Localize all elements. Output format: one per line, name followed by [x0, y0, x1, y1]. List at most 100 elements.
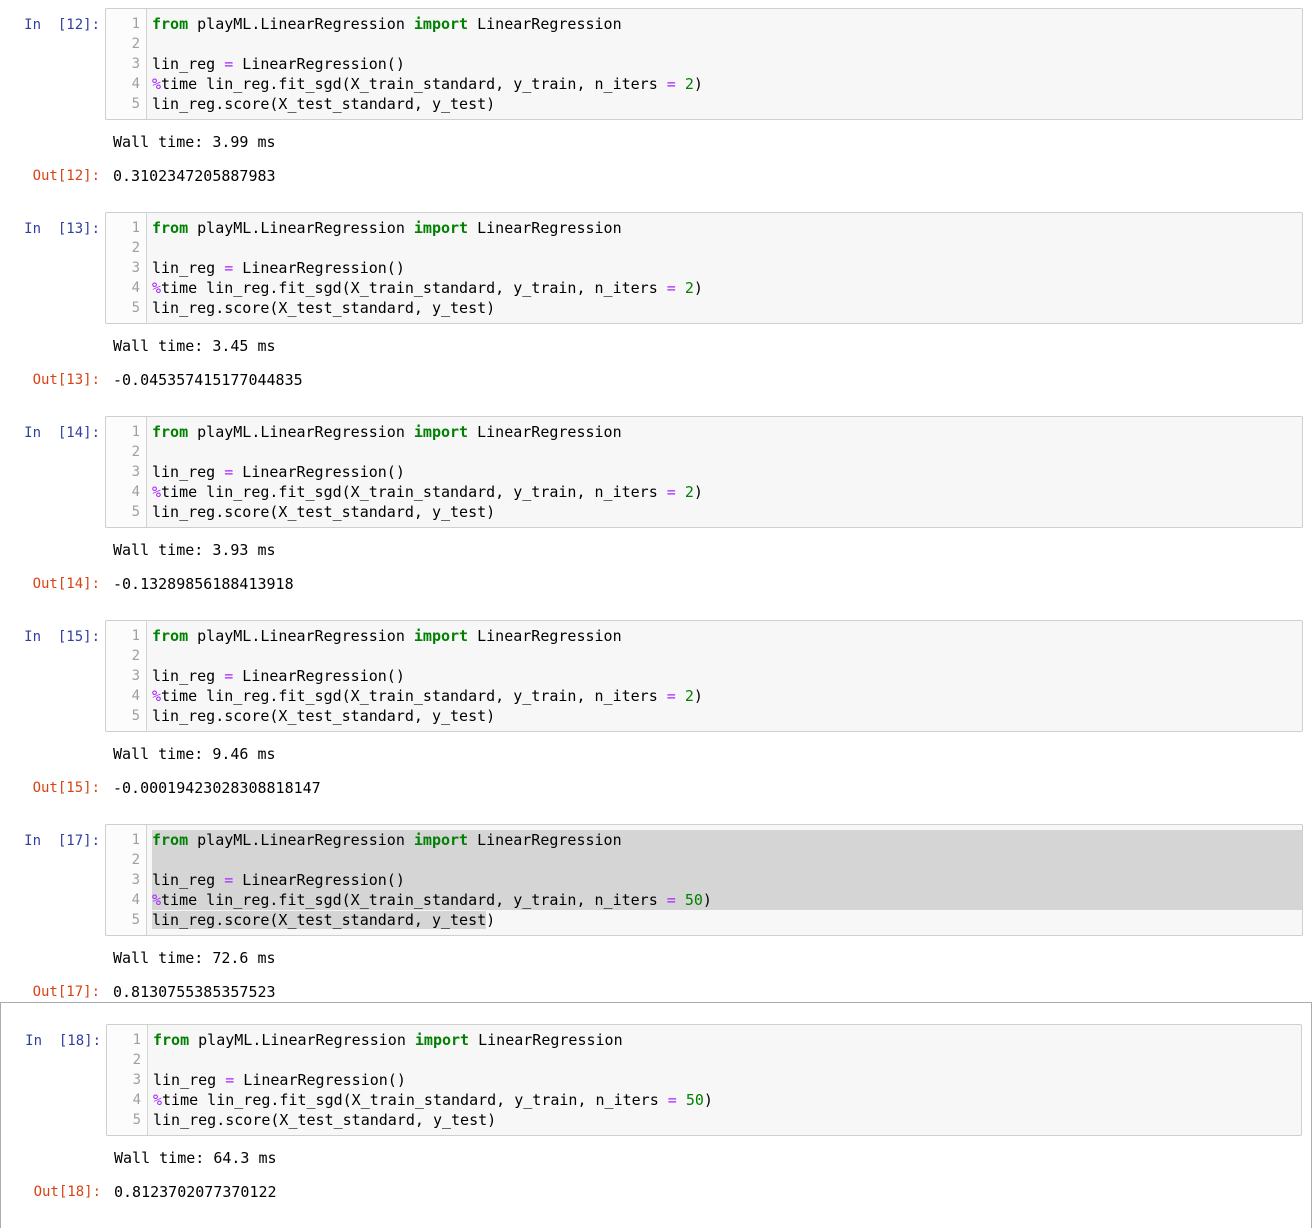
line-number: 1 — [131, 628, 140, 644]
line-number: 3 — [131, 56, 140, 72]
line-number: 4 — [131, 484, 140, 500]
code-token: lin_reg — [152, 259, 225, 277]
code-token: from — [152, 831, 189, 849]
code-token: time lin_reg.fit_sgd(X_train_standard, y… — [161, 891, 667, 909]
code-editor[interactable]: 1 2 3 4 5 from playML.LinearRegression import… — [105, 620, 1303, 732]
line-number: 5 — [131, 912, 140, 928]
notebook-cell-selected[interactable]: In [18]: 1 2 3 4 5 from playML.LinearRegressio… — [0, 1002, 1312, 1228]
notebook-cell[interactable]: In [13]: 1 2 3 4 5 from playML.LinearRegressio… — [0, 212, 1312, 416]
code-token: = — [666, 891, 676, 909]
code-line: lin_reg = LinearRegression() — [152, 462, 1302, 482]
code-area[interactable]: from playML.LinearRegression import Line… — [148, 1025, 1301, 1135]
line-number: 4 — [131, 76, 140, 92]
input-row: In [18]: 1 2 3 4 5 from playML.LinearRegressio… — [1, 1024, 1311, 1136]
line-number: 3 — [131, 668, 140, 684]
line-number-gutter: 1 2 3 4 5 — [106, 825, 147, 935]
line-number: 2 — [131, 444, 140, 460]
output-prompt: Out[13]: — [32, 372, 100, 388]
code-token: ) — [693, 483, 703, 501]
line-number: 4 — [131, 688, 140, 704]
code-token: lin_reg.score(X_test_standard, y_test) — [152, 299, 496, 317]
output-row: Out[15]: -0.00019423028308818147 — [0, 778, 1312, 798]
code-token: lin_reg — [152, 463, 225, 481]
code-token: lin_reg — [152, 667, 225, 685]
line-number: 5 — [131, 504, 140, 520]
code-token: % — [152, 891, 162, 909]
code-area[interactable]: from playML.LinearRegression import Line… — [147, 213, 1302, 323]
code-token: lin_reg.score(X_test_standard, y_test) — [153, 1111, 497, 1129]
code-token: playML.LinearRegression — [188, 15, 414, 33]
code-token: from — [152, 15, 189, 33]
wall-time-output: Wall time: 3.93 ms — [113, 541, 276, 559]
input-row: In [12]: 1 2 3 4 5 from playML.LinearRegressio… — [0, 8, 1312, 120]
code-line: lin_reg.score(X_test_standard, y_test) — [153, 1110, 1301, 1130]
line-number: 5 — [131, 96, 140, 112]
line-number: 5 — [131, 708, 140, 724]
code-editor[interactable]: 1 2 3 4 5 from playML.LinearRegression import… — [105, 8, 1303, 120]
code-line: lin_reg.score(X_test_standard, y_test) — [152, 706, 1302, 726]
notebook: In [12]: 1 2 3 4 5 from playML.LinearRegressio… — [0, 0, 1312, 1228]
code-token: import — [413, 627, 469, 645]
notebook-cell[interactable]: In [12]: 1 2 3 4 5 from playML.LinearRegressio… — [0, 8, 1312, 212]
code-token: import — [413, 15, 469, 33]
code-token: = — [224, 259, 234, 277]
input-row: In [17]: 1 2 3 4 5 from playML.LinearRegressio… — [0, 824, 1312, 936]
output-row: Out[12]: 0.3102347205887983 — [0, 166, 1312, 186]
code-token: lin_reg.score(X_test_standard, y_test) — [152, 707, 496, 725]
code-editor[interactable]: 1 2 3 4 5 from playML.LinearRegression import… — [106, 1024, 1302, 1136]
code-area[interactable]: from playML.LinearRegression import Line… — [147, 621, 1302, 731]
code-line: lin_reg = LinearRegression() — [152, 258, 1302, 278]
code-token: time lin_reg.fit_sgd(X_train_standard, y… — [161, 279, 667, 297]
output-value: -0.045357415177044835 — [113, 371, 303, 389]
code-token: LinearRegression — [468, 627, 622, 645]
line-number: 2 — [131, 852, 140, 868]
output-value: 0.8130755385357523 — [113, 983, 276, 1001]
code-line: lin_reg.score(X_test_standard, y_test) — [152, 502, 1302, 522]
output-value: -0.00019423028308818147 — [113, 779, 321, 797]
code-line: lin_reg.score(X_test_standard, y_test) — [152, 298, 1302, 318]
code-token: import — [414, 1031, 470, 1049]
code-line: lin_reg.score(X_test_standard, y_test) — [152, 910, 1302, 930]
line-number: 5 — [132, 1112, 141, 1128]
code-token: playML.LinearRegression — [188, 831, 414, 849]
code-area[interactable]: from playML.LinearRegression import Line… — [147, 9, 1302, 119]
line-number: 2 — [131, 648, 140, 664]
notebook-cell[interactable]: In [15]: 1 2 3 4 5 from playML.LinearRegressio… — [0, 620, 1312, 824]
code-line: from playML.LinearRegression import Line… — [152, 14, 1302, 34]
code-token: = — [666, 279, 676, 297]
code-line: from playML.LinearRegression import Line… — [152, 422, 1302, 442]
notebook-cell[interactable]: In [17]: 1 2 3 4 5 from playML.LinearRegressio… — [0, 824, 1312, 1028]
code-token: playML.LinearRegression — [188, 219, 414, 237]
output-prompt: Out[15]: — [32, 780, 100, 796]
input-prompt: In [15]: — [24, 629, 100, 645]
code-token: = — [224, 667, 234, 685]
code-token: playML.LinearRegression — [188, 627, 414, 645]
code-token: lin_reg.score(X_test_standard, y_test — [152, 911, 487, 929]
wall-time-output: Wall time: 9.46 ms — [113, 745, 276, 763]
code-token: ) — [703, 1091, 713, 1109]
line-number-gutter: 1 2 3 4 5 — [106, 621, 147, 731]
code-area[interactable]: from playML.LinearRegression import Line… — [147, 417, 1302, 527]
code-editor[interactable]: 1 2 3 4 5 from playML.LinearRegression import… — [105, 416, 1303, 528]
code-token: lin_reg.score(X_test_standard, y_test) — [152, 95, 496, 113]
code-editor[interactable]: 1 2 3 4 5 from playML.LinearRegression import… — [105, 824, 1303, 936]
line-number-gutter: 1 2 3 4 5 — [106, 9, 147, 119]
code-area[interactable]: from playML.LinearRegression import Line… — [147, 825, 1302, 935]
notebook-cell[interactable]: In [14]: 1 2 3 4 5 from playML.LinearRegressio… — [0, 416, 1312, 620]
code-token: = — [666, 687, 676, 705]
output-value: 0.8123702077370122 — [114, 1183, 277, 1201]
code-token: LinearRegression — [468, 423, 622, 441]
code-token: = — [667, 1091, 677, 1109]
code-token: LinearRegression — [468, 15, 622, 33]
input-row: In [14]: 1 2 3 4 5 from playML.LinearRegressio… — [0, 416, 1312, 528]
output-prompt: Out[14]: — [32, 576, 100, 592]
code-editor[interactable]: 1 2 3 4 5 from playML.LinearRegression import… — [105, 212, 1303, 324]
line-number: 5 — [131, 300, 140, 316]
code-token: 2 — [684, 687, 694, 705]
